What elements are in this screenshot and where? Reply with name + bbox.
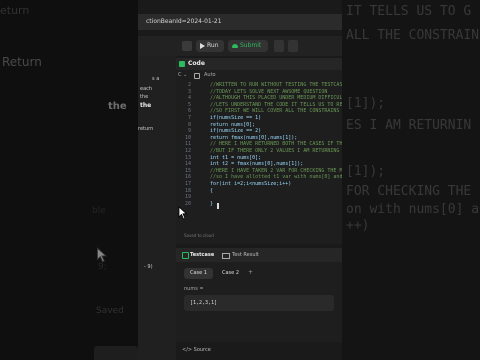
bg-left-word: eturn bbox=[0, 4, 30, 17]
bg-left-word: Return bbox=[2, 55, 42, 69]
terminal-icon bbox=[222, 253, 230, 259]
submit-button[interactable]: Submit bbox=[228, 40, 268, 52]
bg-left-code: 9; bbox=[98, 262, 107, 272]
code-text: } bbox=[210, 200, 214, 207]
case-2-tab[interactable]: Case 2 bbox=[216, 268, 245, 279]
description-text: each bbox=[140, 86, 153, 92]
bg-right-line: ES I AM RETURNIN bbox=[346, 118, 472, 133]
run-label: Run bbox=[207, 42, 219, 49]
description-text: the bbox=[140, 94, 149, 100]
nums-input[interactable]: [1,2,3,1] bbox=[184, 295, 334, 311]
text-cursor bbox=[217, 203, 219, 209]
tab-test-result[interactable]: Test Result bbox=[232, 248, 259, 262]
note-icon[interactable] bbox=[274, 40, 284, 52]
description-text: the bbox=[140, 102, 152, 109]
source-label: Source bbox=[193, 347, 211, 353]
saved-status: Saved to cloud bbox=[184, 233, 214, 238]
add-case-button[interactable]: + bbox=[248, 269, 253, 276]
editor-language-bar: C ⌄ Auto bbox=[176, 70, 342, 80]
code-line: 20} bbox=[176, 201, 342, 208]
lang-selector[interactable]: C ⌄ bbox=[178, 70, 187, 80]
bg-right-line: on with nums[0] and bbox=[346, 202, 480, 217]
url-text: ctionBeanId=2024-01-21 bbox=[146, 18, 222, 25]
problem-description-panel: s a each the the return - 9) bbox=[138, 56, 176, 360]
mouse-pointer-icon bbox=[178, 206, 188, 220]
code-panel-header: Code bbox=[176, 58, 342, 70]
source-bar[interactable]: </> Source bbox=[176, 344, 342, 356]
tab-testcase[interactable]: Testcase bbox=[190, 248, 214, 262]
testcase-tabs: Testcase Test Result bbox=[176, 248, 342, 262]
bg-right-line: ALL THE CONSTRAIN bbox=[346, 28, 480, 43]
bg-right-line: [1]); bbox=[346, 164, 386, 179]
code-icon bbox=[179, 61, 185, 67]
bg-right-line: ++) bbox=[346, 218, 370, 233]
input-label: nums = bbox=[184, 286, 204, 292]
lang-label: Auto bbox=[204, 72, 216, 78]
bg-right-line: [1]); bbox=[346, 96, 386, 111]
description-text: - 9) bbox=[144, 264, 153, 270]
top-toolbar: Run Submit bbox=[138, 36, 342, 56]
mobile-leetcode-app: ctionBeanId=2024-01-21 Run Submit s a ea… bbox=[138, 0, 342, 360]
bg-left-code: Saved bbox=[96, 306, 124, 316]
cloud-upload-icon bbox=[232, 43, 238, 48]
description-text: return bbox=[138, 126, 154, 132]
browser-url-bar[interactable]: ctionBeanId=2024-01-21 bbox=[138, 14, 342, 30]
chat-icon[interactable] bbox=[288, 40, 298, 52]
testcase-panel: Testcase Test Result Case 1 Case 2 + num… bbox=[176, 248, 342, 342]
bg-mouse-pointer-icon bbox=[96, 247, 108, 263]
code-editor[interactable]: C ⌄ Auto 2//WRITTEN TO RUN WITHOUT TESTI… bbox=[176, 70, 342, 244]
bg-right-line: IT TELLS US TO G bbox=[346, 4, 472, 19]
code-panel-title: Code bbox=[188, 60, 205, 67]
bg-left-word: the bbox=[108, 101, 127, 112]
play-icon bbox=[200, 42, 205, 49]
code-brackets-icon: </> bbox=[182, 347, 194, 353]
bg-right-line: FOR CHECKING THE bbox=[346, 184, 472, 199]
checkbox-icon bbox=[182, 252, 189, 259]
bug-icon[interactable] bbox=[182, 41, 192, 51]
run-button[interactable]: Run bbox=[196, 40, 224, 52]
lock-icon bbox=[194, 73, 200, 79]
case-1-tab[interactable]: Case 1 bbox=[184, 268, 214, 279]
description-text: s a bbox=[152, 76, 160, 82]
bg-left-code: ble bbox=[92, 206, 106, 216]
bg-bottom-tab bbox=[94, 346, 138, 360]
submit-label: Submit bbox=[240, 42, 262, 49]
